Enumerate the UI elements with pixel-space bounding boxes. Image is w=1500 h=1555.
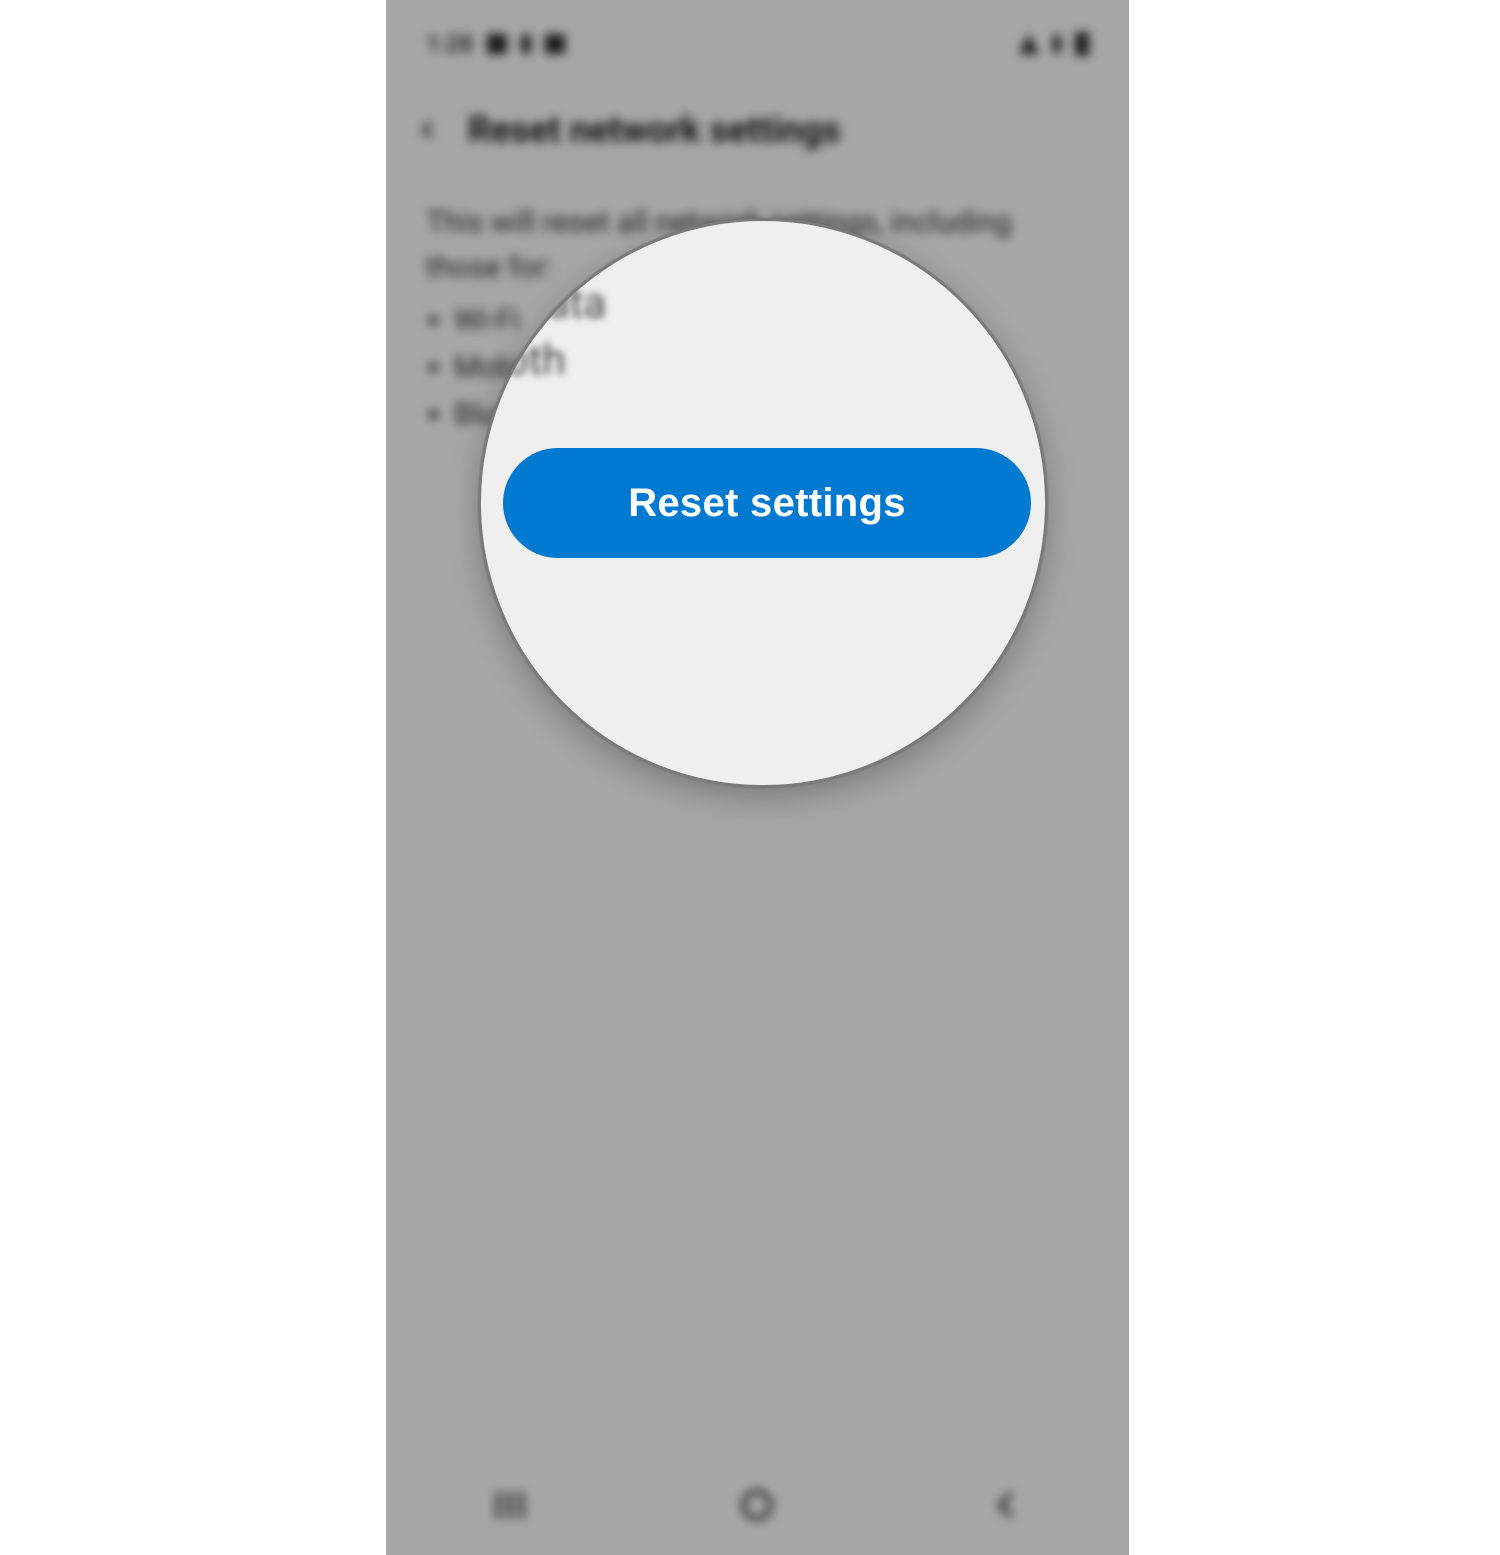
notification-icon (487, 34, 507, 54)
magnifier-content: • Mobile data • Bluetooth Reset settings (481, 221, 1045, 785)
wifi-icon (1019, 34, 1039, 54)
navigation-bar (386, 1475, 1129, 1535)
magnifier-overlay: • Mobile data • Bluetooth Reset settings (478, 218, 1048, 788)
signal-icon (1053, 35, 1061, 53)
status-right (1019, 32, 1089, 56)
clock: 1:28 (426, 30, 473, 58)
notification-icon (545, 34, 565, 54)
reset-settings-button[interactable]: Reset settings (503, 448, 1031, 558)
status-bar: 1:28 (386, 24, 1129, 64)
home-button[interactable] (737, 1485, 777, 1525)
battery-icon (1075, 32, 1089, 56)
page-header: Reset network settings (386, 90, 1129, 170)
status-left: 1:28 (426, 30, 565, 58)
magnified-text-fragment: • Bluetooth (478, 336, 566, 385)
back-icon[interactable] (414, 117, 440, 143)
back-button[interactable] (985, 1485, 1025, 1525)
recents-button[interactable] (490, 1485, 530, 1525)
notification-icon (521, 34, 531, 54)
page-title: Reset network settings (468, 109, 841, 151)
magnified-text-fragment: • Mobile data (478, 279, 606, 328)
canvas: 1:28 Reset network settings This will re… (0, 0, 1500, 1555)
